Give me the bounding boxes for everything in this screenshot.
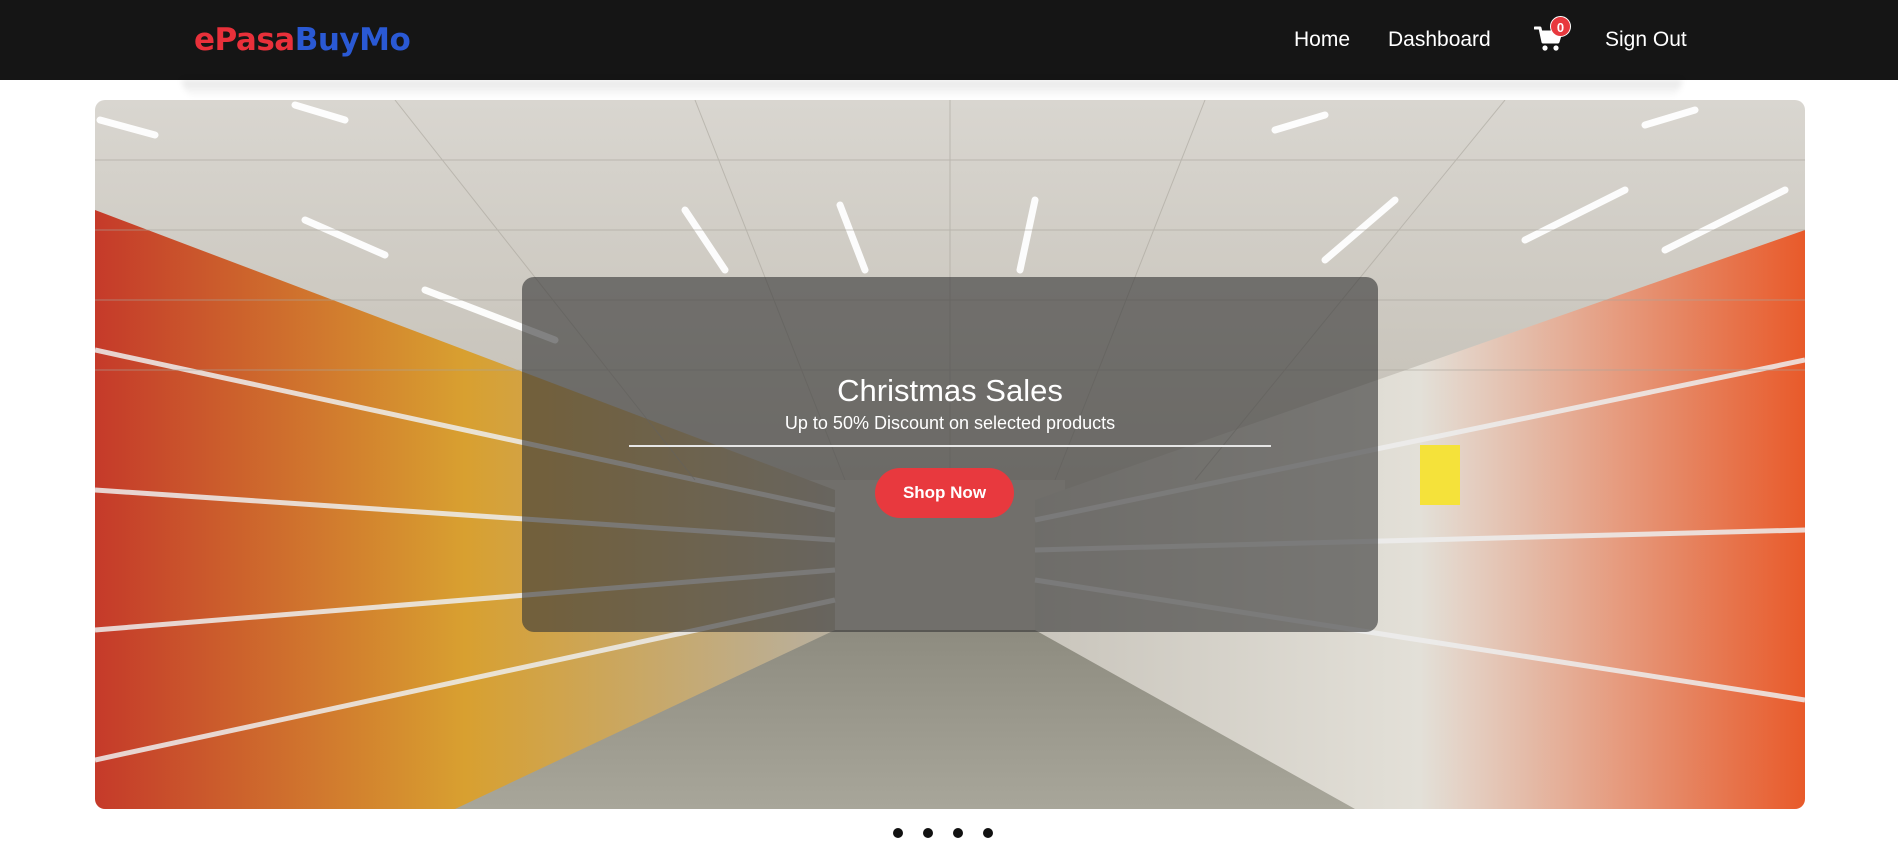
carousel-indicator-3[interactable] <box>953 828 963 838</box>
hero-carousel[interactable]: Christmas Sales Up to 50% Discount on se… <box>95 100 1805 809</box>
caption-divider <box>629 445 1271 447</box>
nav-sign-out-link[interactable]: Sign Out <box>1605 26 1687 54</box>
nav-dashboard-link[interactable]: Dashboard <box>1388 26 1491 54</box>
cart-count-badge: 0 <box>1550 16 1571 37</box>
carousel-indicators <box>893 828 993 840</box>
brand-part-2: BuyMo <box>294 22 411 58</box>
carousel-indicator-2[interactable] <box>923 828 933 838</box>
nav-home-link[interactable]: Home <box>1294 26 1350 54</box>
navbar-shadow <box>182 80 1682 98</box>
carousel-indicator-4[interactable] <box>983 828 993 838</box>
carousel-indicator-1[interactable] <box>893 828 903 838</box>
caption-subtitle: Up to 50% Discount on selected products <box>784 413 1116 433</box>
brand-part-1: ePasa <box>194 22 295 58</box>
shop-now-button[interactable]: Shop Now <box>875 468 1014 518</box>
navbar: ePasaBuyMo Home Dashboard 0 Sign Out <box>0 0 1898 80</box>
caption-title: Christmas Sales <box>837 373 1063 408</box>
brand-logo[interactable]: ePasaBuyMo <box>194 20 411 60</box>
carousel-caption: Christmas Sales Up to 50% Discount on se… <box>522 277 1378 632</box>
